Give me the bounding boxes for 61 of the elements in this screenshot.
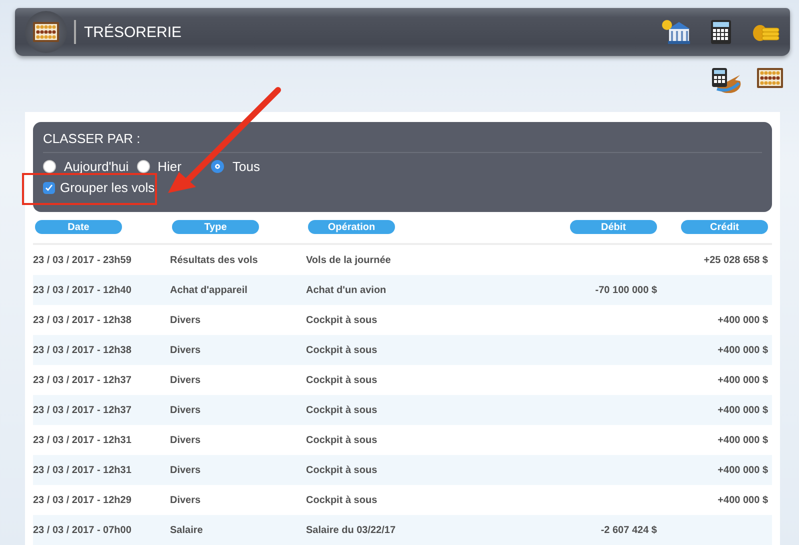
radio-button[interactable] (136, 160, 150, 173)
abacus-icon (756, 67, 784, 90)
table-cell-text: Divers (170, 434, 202, 446)
coins-icon[interactable] (752, 22, 780, 42)
table-cell-text: Divers (170, 344, 202, 356)
table-cell-text: Salaire (170, 524, 204, 536)
radio-button[interactable] (43, 160, 56, 173)
table-cell-text: 23 / 03 / 2017 - 12h31 (33, 434, 132, 446)
column-header[interactable]: Crédit (681, 220, 768, 234)
table-cell-text: Vols de la journée (306, 254, 392, 266)
table-cell-text: 23 / 03 / 2017 - 12h31 (33, 464, 132, 476)
table-cell-text: Salaire du 03/22/17 (306, 524, 397, 536)
bank-icon[interactable] (662, 19, 690, 46)
table-cell-text: -70 100 000 $ (594, 284, 658, 296)
table-cell-text: +400 000 $ (716, 374, 769, 386)
table-cell-text: Divers (170, 404, 202, 416)
table-cell-text: Divers (170, 314, 202, 326)
table-cell-text: +400 000 $ (716, 344, 769, 356)
table-cell-text: +25 028 658 $ (702, 254, 769, 266)
column-header[interactable]: Date (35, 220, 122, 234)
table-cell-text: -2 607 424 $ (600, 524, 658, 536)
table-cell-text: Cockpit à sous (306, 494, 378, 506)
table-cell-text: 23 / 03 / 2017 - 23h59 (33, 254, 132, 266)
radio-button[interactable] (211, 160, 224, 173)
table-cell-text: Cockpit à sous (306, 404, 378, 416)
table-cell-text: Divers (170, 494, 202, 506)
page-title: TRÉSORERIE (84, 24, 182, 41)
table-cell-text: 23 / 03 / 2017 - 12h38 (33, 344, 132, 356)
table-cell-text: Cockpit à sous (306, 434, 378, 446)
checkbox-label: Grouper les vols (60, 180, 155, 195)
column-header[interactable]: Type (172, 220, 259, 234)
table-cell-text: +400 000 $ (716, 434, 769, 446)
filter-title: CLASSER PAR : (43, 131, 762, 153)
table-cell-text: 23 / 03 / 2017 - 12h37 (33, 374, 132, 386)
radio-label: Aujourd'hui (64, 159, 129, 174)
checkbox[interactable] (43, 182, 55, 194)
table-cell-text: 23 / 03 / 2017 - 12h29 (33, 494, 132, 506)
table-cell-text: Achat d'appareil (170, 284, 248, 296)
radio-label: Tous (232, 159, 260, 174)
table-cell-text: Cockpit à sous (306, 464, 378, 476)
column-header[interactable]: Débit (570, 220, 657, 234)
table-cell-text: +400 000 $ (716, 494, 769, 506)
column-header[interactable]: Opération (308, 220, 395, 234)
table-cell-text: Cockpit à sous (306, 314, 378, 326)
calculator-icon[interactable] (710, 19, 732, 46)
table-cell-text: 23 / 03 / 2017 - 12h38 (33, 314, 132, 326)
table-cell-text: +400 000 $ (716, 404, 769, 416)
abacus-icon (32, 21, 60, 44)
table-cell-text: +400 000 $ (716, 314, 769, 326)
table-cell-text: Cockpit à sous (306, 344, 378, 356)
table-cell-text: Résultats des vols (170, 254, 259, 266)
table-cell-text: +400 000 $ (716, 464, 769, 476)
calculator-icon[interactable] (711, 67, 741, 94)
table-cell-text: Achat d'un avion (306, 284, 388, 296)
table-cell-text: 23 / 03 / 2017 - 07h00 (33, 524, 132, 536)
table-cell-text: 23 / 03 / 2017 - 12h40 (33, 284, 132, 296)
table-cell-text: 23 / 03 / 2017 - 12h37 (33, 404, 132, 416)
table-cell-text: Divers (170, 374, 202, 386)
table-cell-text: Cockpit à sous (306, 374, 378, 386)
radio-label: Hier (158, 159, 182, 174)
table-cell-text: Divers (170, 464, 202, 476)
